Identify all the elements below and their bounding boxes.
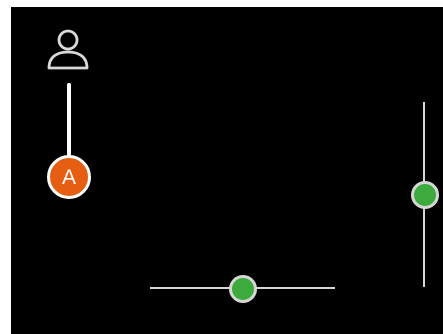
- vertical-slider-handle[interactable]: [411, 181, 439, 209]
- user-icon[interactable]: [45, 25, 91, 71]
- letter-badge[interactable]: A: [47, 155, 91, 199]
- badge-letter: A: [61, 165, 76, 189]
- app-screen: A: [11, 7, 443, 334]
- horizontal-slider-handle[interactable]: [229, 275, 257, 303]
